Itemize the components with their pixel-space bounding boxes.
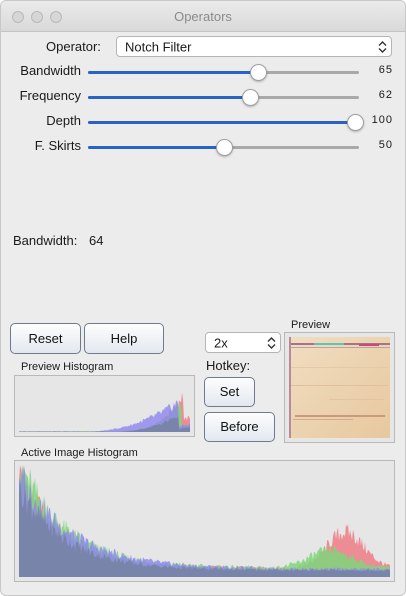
before-button[interactable]: Before [204,412,275,442]
preview-histogram-label: Preview Histogram [21,361,114,373]
operator-select[interactable]: Notch Filter [116,36,392,57]
preview-panel [284,332,395,443]
set-button[interactable]: Set [204,377,255,407]
updown-chevron-icon [267,336,276,349]
bandwidth-readout-label: Bandwidth: [13,233,78,248]
preview-histogram-panel [14,375,195,437]
frequency-slider-thumb[interactable] [241,89,259,106]
preview-label: Preview [291,319,331,331]
updown-chevron-icon [378,40,387,53]
depth-slider-value: 100 [371,114,393,126]
zoom-select-value: 2x [214,335,228,350]
bandwidth-slider-value: 65 [378,64,393,76]
operator-label: Operator: [46,39,101,54]
bandwidth-slider-label: Bandwidth [20,63,81,78]
bandwidth-slider-track[interactable] [88,71,359,74]
frequency-slider-label: Frequency [19,88,81,103]
operator-select-value: Notch Filter [125,39,192,54]
help-button[interactable]: Help [84,323,164,354]
window-title: Operators [174,9,232,24]
frequency-slider-fill [88,96,251,99]
f-skirts-slider-label: F. Skirts [34,138,81,153]
preview-histogram-chart [19,392,190,432]
frequency-slider-value: 62 [378,89,393,101]
f-skirts-slider-fill [88,146,224,149]
depth-slider-track[interactable] [88,121,359,124]
bandwidth-readout-value: 64 [89,233,104,248]
depth-slider-label: Depth [46,113,81,128]
bandwidth-slider-fill [88,71,259,74]
zoom-select[interactable]: 2x [205,332,281,353]
title-bar[interactable]: Operators [1,1,405,32]
frequency-slider-track[interactable] [88,96,359,99]
f-skirts-slider-thumb[interactable] [215,139,233,156]
hotkey-label: Hotkey: [206,358,251,373]
bandwidth-slider-thumb[interactable] [249,64,267,81]
active-histogram-chart [19,465,390,577]
depth-slider-fill [88,121,359,124]
active-histogram-panel [14,460,395,582]
f-skirts-slider-value: 50 [378,139,393,151]
reset-button[interactable]: Reset [10,323,81,354]
active-histogram-label: Active Image Histogram [21,447,138,459]
operators-window: Operators Operator: Notch Filter Bandwid… [0,0,406,596]
preview-image[interactable] [289,337,390,438]
